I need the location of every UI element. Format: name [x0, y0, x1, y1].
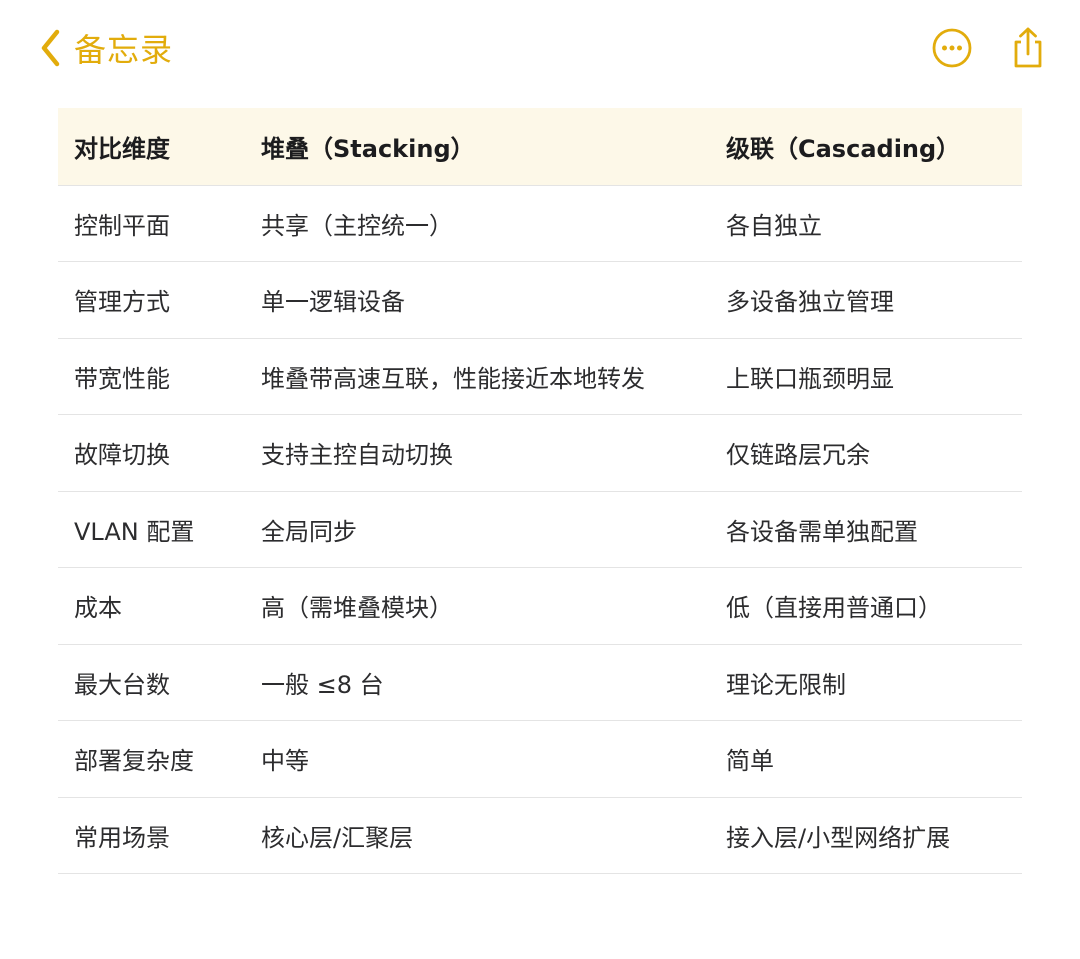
- cell-stacking: 堆叠带高速互联，性能接近本地转发: [245, 338, 710, 415]
- cell-stacking: 单一逻辑设备: [245, 261, 710, 339]
- cell-cascading: 上联口瓶颈明显: [710, 338, 1022, 415]
- cell-cascading: 低（直接用普通口）: [710, 567, 1022, 645]
- cell-dimension: 故障切换: [58, 414, 245, 492]
- share-icon: [1014, 27, 1042, 68]
- share-button[interactable]: [1006, 26, 1050, 70]
- chevron-left-icon: [41, 29, 60, 67]
- table-row: 管理方式 单一逻辑设备 多设备独立管理: [58, 261, 1022, 339]
- table-row: 常用场景 核心层/汇聚层 接入层/小型网络扩展: [58, 797, 1022, 874]
- cell-cascading: 各自独立: [710, 185, 1022, 262]
- cell-dimension: VLAN 配置: [58, 491, 245, 568]
- cell-stacking: 全局同步: [245, 491, 710, 568]
- header-cascading: 级联（Cascading）: [710, 108, 1022, 186]
- cell-cascading: 各设备需单独配置: [710, 491, 1022, 568]
- cell-dimension: 控制平面: [58, 185, 245, 262]
- cell-stacking: 共享（主控统一）: [245, 185, 710, 262]
- cell-cascading: 简单: [710, 720, 1022, 798]
- cell-dimension: 成本: [58, 567, 245, 645]
- comparison-table: 对比维度 堆叠（Stacking） 级联（Cascading） 控制平面 共享（…: [58, 108, 1022, 874]
- cell-stacking: 核心层/汇聚层: [245, 797, 710, 874]
- table-row: VLAN 配置 全局同步 各设备需单独配置: [58, 491, 1022, 568]
- cell-dimension: 管理方式: [58, 261, 245, 339]
- cell-dimension: 最大台数: [58, 644, 245, 721]
- table-row: 部署复杂度 中等 简单: [58, 720, 1022, 798]
- table-row: 控制平面 共享（主控统一） 各自独立: [58, 185, 1022, 262]
- cell-cascading: 接入层/小型网络扩展: [710, 797, 1022, 874]
- header-stacking: 堆叠（Stacking）: [245, 108, 710, 186]
- table-row: 带宽性能 堆叠带高速互联，性能接近本地转发 上联口瓶颈明显: [58, 338, 1022, 415]
- cell-stacking: 高（需堆叠模块）: [245, 567, 710, 645]
- cell-dimension: 带宽性能: [58, 338, 245, 415]
- cell-dimension: 常用场景: [58, 797, 245, 874]
- header-dimension: 对比维度: [58, 108, 245, 186]
- table-row: 成本 高（需堆叠模块） 低（直接用普通口）: [58, 567, 1022, 645]
- ellipsis-circle-icon: [932, 28, 972, 68]
- table-row: 最大台数 一般 ≤8 台 理论无限制: [58, 644, 1022, 721]
- back-label: 备忘录: [74, 31, 174, 69]
- cell-stacking: 支持主控自动切换: [245, 414, 710, 492]
- back-button[interactable]: 备忘录: [38, 26, 173, 70]
- cell-stacking: 一般 ≤8 台: [245, 644, 710, 721]
- cell-cascading: 理论无限制: [710, 644, 1022, 721]
- table-row: 故障切换 支持主控自动切换 仅链路层冗余: [58, 414, 1022, 492]
- cell-cascading: 仅链路层冗余: [710, 414, 1022, 492]
- cell-cascading: 多设备独立管理: [710, 261, 1022, 339]
- navigation-bar: 备忘录: [0, 0, 1080, 100]
- cell-dimension: 部署复杂度: [58, 720, 245, 798]
- table-header-row: 对比维度 堆叠（Stacking） 级联（Cascading）: [58, 108, 1022, 186]
- more-button[interactable]: [930, 26, 974, 70]
- cell-stacking: 中等: [245, 720, 710, 798]
